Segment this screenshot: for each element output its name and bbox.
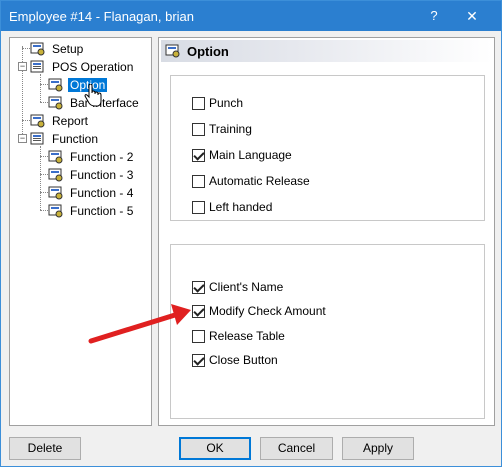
collapse-function-icon[interactable]: − [18, 134, 27, 143]
tree-line [40, 102, 48, 103]
clients-name-checkbox-row[interactable]: Client's Name [192, 279, 283, 295]
clients-name-checkbox[interactable] [192, 280, 205, 294]
left-handed-checkbox[interactable] [192, 200, 205, 214]
close-button[interactable]: ✕ [455, 5, 489, 27]
tree-item-function-5[interactable]: Function - 5 [48, 202, 135, 219]
settings-node-icon [30, 114, 46, 128]
tree-item-label: Function - 4 [70, 185, 134, 200]
tree-line [40, 74, 41, 102]
training-checkbox-row[interactable]: Training [192, 121, 252, 137]
settings-node-icon [48, 78, 64, 92]
tree-item-report[interactable]: Report [30, 112, 90, 129]
checkbox-label: Client's Name [209, 280, 284, 294]
tree-item-label: Setup [52, 41, 84, 56]
training-checkbox[interactable] [192, 122, 205, 136]
annotation-arrow-icon [88, 304, 191, 344]
options-group-2: Client's Name Modify Check Amount Releas… [170, 244, 485, 419]
cancel-button[interactable]: Cancel [260, 437, 333, 460]
tree-line [40, 156, 48, 157]
tree-item-function-4[interactable]: Function - 4 [48, 184, 135, 201]
release-table-checkbox-row[interactable]: Release Table [192, 328, 285, 344]
tree-item-function-2[interactable]: Function - 2 [48, 148, 135, 165]
tree-line [40, 210, 48, 211]
settings-node-icon [48, 150, 64, 164]
hand-cursor-icon [84, 84, 102, 107]
panel-header: Option [161, 40, 492, 62]
checkbox-label: Main Language [209, 148, 292, 162]
tree-item-pos-operation[interactable]: POS Operation [30, 58, 135, 75]
tree-line [40, 174, 48, 175]
punch-checkbox-row[interactable]: Punch [192, 95, 243, 111]
automatic-release-checkbox-row[interactable]: Automatic Release [192, 173, 310, 189]
tree-item-label: Function - 3 [70, 167, 134, 182]
main-language-checkbox[interactable] [192, 148, 205, 162]
title-bar[interactable]: Employee #14 - Flanagan, brian ? ✕ [1, 1, 501, 31]
employee-dialog: Employee #14 - Flanagan, brian ? ✕ − − S… [0, 0, 502, 467]
tree-item-function-3[interactable]: Function - 3 [48, 166, 135, 183]
main-language-checkbox-row[interactable]: Main Language [192, 147, 292, 163]
tree-item-label: Function - 5 [70, 203, 134, 218]
folder-node-icon [30, 132, 46, 146]
close-button-checkbox-row[interactable]: Close Button [192, 352, 278, 368]
settings-node-icon [48, 168, 64, 182]
settings-node-icon [48, 96, 64, 110]
folder-node-icon [30, 60, 46, 74]
ok-button[interactable]: OK [179, 437, 251, 460]
delete-button[interactable]: Delete [9, 437, 81, 460]
window-title: Employee #14 - Flanagan, brian [9, 9, 195, 24]
checkbox-label: Training [209, 122, 252, 136]
tree-item-label: Function [52, 131, 99, 146]
tree-item-setup[interactable]: Setup [30, 40, 85, 57]
checkbox-label: Release Table [209, 329, 285, 343]
close-button-checkbox[interactable] [192, 353, 205, 367]
tree-item-label: POS Operation [52, 59, 134, 74]
tree-item-label: Function - 2 [70, 149, 134, 164]
checkbox-label: Automatic Release [209, 174, 310, 188]
settings-node-icon [30, 42, 46, 56]
collapse-pos-operation-icon[interactable]: − [18, 62, 27, 71]
left-handed-checkbox-row[interactable]: Left handed [192, 199, 272, 215]
punch-checkbox[interactable] [192, 96, 205, 110]
settings-node-icon [165, 44, 181, 58]
checkbox-label: Punch [209, 96, 244, 110]
tree-line [40, 84, 48, 85]
settings-tree[interactable]: − − Setup POS Operation Option Bar Inter… [9, 37, 152, 426]
option-panel: Option Punch Training Main Language Auto… [158, 37, 495, 426]
options-group-1: Punch Training Main Language Automatic R… [170, 75, 485, 221]
tree-item-label: Bar Interface [70, 95, 139, 110]
panel-title: Option [187, 43, 229, 59]
modify-check-amount-checkbox-row[interactable]: Modify Check Amount [192, 303, 326, 319]
settings-node-icon [48, 204, 64, 218]
apply-button[interactable]: Apply [342, 437, 414, 460]
checkbox-label: Modify Check Amount [209, 304, 326, 318]
tree-item-function[interactable]: Function [30, 130, 100, 147]
tree-item-label: Report [52, 113, 89, 128]
automatic-release-checkbox[interactable] [192, 174, 205, 188]
tree-line [40, 192, 48, 193]
checkbox-label: Left handed [209, 200, 273, 214]
help-button[interactable]: ? [419, 5, 449, 27]
checkbox-label: Close Button [209, 353, 278, 367]
settings-node-icon [48, 186, 64, 200]
